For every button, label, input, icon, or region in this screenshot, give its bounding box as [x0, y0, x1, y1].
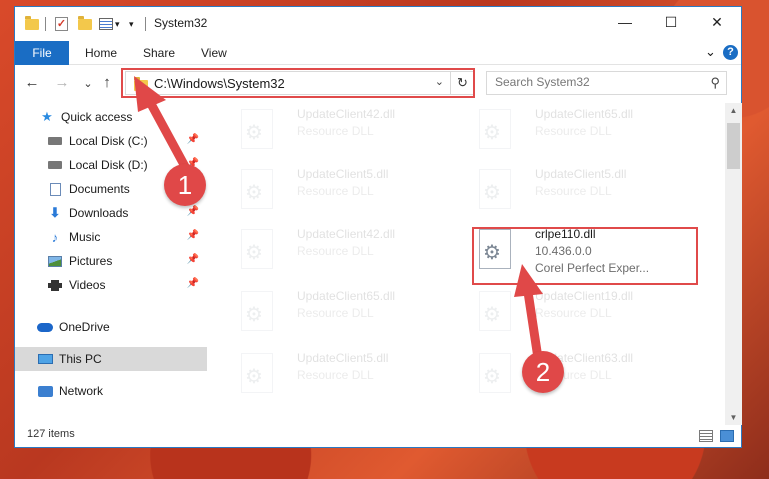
- arrow-2: [514, 264, 543, 363]
- step-1-badge: 1: [164, 164, 206, 206]
- arrow-1: [134, 76, 193, 177]
- step-2-badge: 2: [522, 351, 564, 393]
- annotation-arrows: [134, 76, 543, 363]
